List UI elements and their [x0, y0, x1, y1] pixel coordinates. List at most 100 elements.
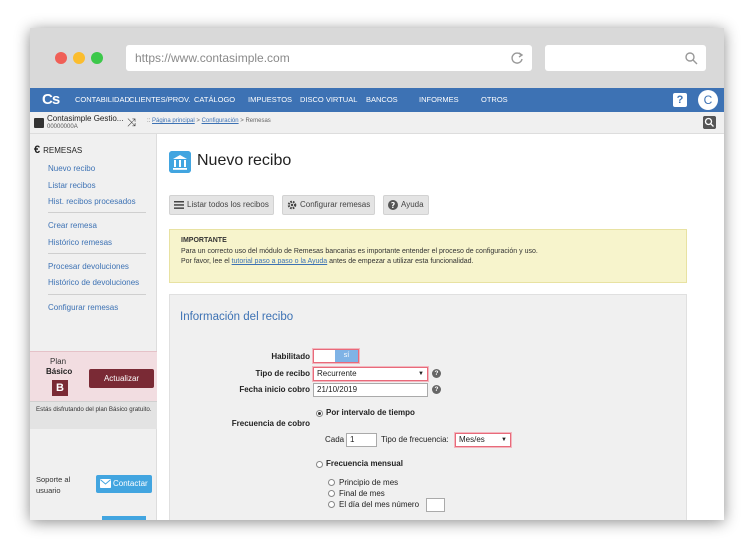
enabled-label: Habilitado [271, 352, 310, 361]
help-icon[interactable]: ? [432, 385, 441, 394]
list-icon [174, 201, 184, 209]
browser-chrome: https://www.contasimple.com [30, 28, 724, 88]
url-bar[interactable]: https://www.contasimple.com [126, 45, 532, 71]
company-code: 00000000A [47, 124, 78, 130]
plan-badge: B [52, 380, 68, 396]
top-navigation: Cs CONTABILIDAD CLIENTES/PROV. CATÁLOGO … [30, 88, 724, 112]
nav-impuestos[interactable]: IMPUESTOS [248, 88, 292, 112]
month-start-label: Principio de mes [339, 478, 399, 487]
company-name[interactable]: Contasimple Gestio... [47, 114, 123, 123]
close-window-button[interactable] [55, 52, 67, 64]
avatar[interactable]: C [698, 90, 718, 110]
sidebar-item-listar-recibos[interactable]: Listar recibos [48, 181, 96, 190]
frequency-label: Frecuencia de cobro [231, 419, 310, 428]
contact-button[interactable]: Contactar [96, 475, 152, 493]
page-title: Nuevo recibo [197, 152, 292, 169]
month-day-label: El día del mes número [339, 500, 420, 509]
search-icon [685, 52, 698, 65]
bank-icon [169, 151, 191, 173]
euro-icon: € [34, 144, 41, 156]
every-label: Cada [325, 435, 345, 444]
chevron-down-icon: ▼ [501, 437, 507, 443]
frequency-type-select[interactable]: Mes/es ▼ [455, 433, 511, 447]
monthly-radio[interactable] [316, 461, 323, 468]
tutorial-link[interactable]: tutorial paso a paso o la Ayuda [232, 258, 328, 265]
plan-name: Básico [46, 367, 73, 376]
month-end-radio[interactable] [328, 490, 335, 497]
important-notice: IMPORTANTE Para un correcto uso del módu… [169, 229, 687, 283]
help-icon[interactable]: ? [673, 93, 687, 107]
chevron-down-icon: ▼ [418, 371, 424, 377]
sidebar-item-procesar-devoluciones[interactable]: Procesar devoluciones [48, 262, 129, 271]
sidebar-item-nuevo-recibo[interactable]: Nuevo recibo [48, 164, 95, 173]
plan-info: Estás disfrutando del plan Básico gratui… [30, 401, 157, 429]
upgrade-button[interactable]: Actualizar [89, 369, 154, 388]
month-end-label: Final de mes [339, 489, 385, 498]
month-day-input[interactable] [426, 498, 445, 512]
nav-clientes[interactable]: CLIENTES/PROV. [129, 88, 190, 112]
minimize-window-button[interactable] [73, 52, 85, 64]
enabled-toggle[interactable]: sí [313, 349, 359, 363]
receipt-type-select[interactable]: Recurrente ▼ [313, 367, 428, 381]
reload-icon[interactable] [510, 51, 524, 65]
start-date-label: Fecha inicio cobro [239, 385, 310, 394]
nav-catalogo[interactable]: CATÁLOGO [194, 88, 235, 112]
month-start-radio[interactable] [328, 479, 335, 486]
configure-remittances-button[interactable]: Configurar remesas [282, 195, 376, 215]
sidebar-item-historico-remesas[interactable]: Histórico remesas [48, 238, 112, 247]
sidebar: € REMESAS Nuevo recibo Listar recibos His… [30, 134, 157, 520]
breadcrumb-home[interactable]: Página principal [152, 118, 195, 124]
receipt-info-panel: Información del recibo Habilitado sí Tip… [169, 294, 687, 520]
list-receipts-button[interactable]: Listar todos los recibos [169, 195, 274, 215]
enabled-toggle-value: sí [335, 350, 358, 362]
sidebar-divider [48, 294, 146, 295]
nav-disco-virtual[interactable]: DISCO VIRTUAL [300, 88, 357, 112]
frequency-type-label: Tipo de frecuencia: [381, 435, 449, 444]
nav-contabilidad[interactable]: CONTABILIDAD [75, 88, 130, 112]
svg-text:?: ? [391, 201, 395, 210]
sidebar-section-header: € REMESAS [34, 144, 83, 156]
monthly-radio-label: Frecuencia mensual [326, 459, 403, 468]
plan-box: Plan Básico B Actualizar [30, 351, 157, 401]
sidebar-item-historico-devoluciones[interactable]: Histórico de devoluciones [48, 278, 139, 287]
every-input[interactable]: 1 [346, 433, 377, 447]
interval-radio-label: Por intervalo de tiempo [326, 408, 415, 417]
plan-label: Plan [50, 357, 67, 366]
interval-radio[interactable] [316, 410, 323, 417]
sidebar-item-crear-remesa[interactable]: Crear remesa [48, 221, 97, 230]
plan-info-text: Estás disfrutando del plan Básico gratui… [36, 406, 152, 413]
maximize-window-button[interactable] [91, 52, 103, 64]
notice-header: IMPORTANTE [181, 237, 227, 244]
nav-otros[interactable]: OTROS [481, 88, 508, 112]
support-label: Soporte al usuario [36, 475, 71, 495]
start-date-input[interactable]: 21/10/2019 [313, 383, 428, 397]
question-icon: ? [388, 200, 398, 210]
search-icon[interactable] [703, 116, 716, 129]
receipt-type-label: Tipo de recibo [255, 369, 310, 378]
switch-company-icon[interactable]: ⤨ [127, 117, 139, 129]
sidebar-item-hist-recibos[interactable]: Hist. recibos procesados [48, 197, 136, 206]
url-text: https://www.contasimple.com [135, 51, 290, 65]
breadcrumb-config[interactable]: Configuración [202, 118, 239, 124]
breadcrumb: :: Página principal > Configuración > Re… [147, 118, 271, 124]
help-icon[interactable]: ? [432, 369, 441, 378]
month-day-radio[interactable] [328, 501, 335, 508]
sidebar-bottom-button[interactable] [102, 516, 146, 520]
sidebar-item-configurar-remesas[interactable]: Configurar remesas [48, 303, 118, 312]
mail-icon [100, 479, 111, 488]
help-button[interactable]: ? Ayuda [383, 195, 429, 215]
notice-line-1: Para un correcto uso del módulo de Remes… [181, 247, 538, 255]
breadcrumb-separator: :: [147, 118, 151, 124]
nav-informes[interactable]: INFORMES [419, 88, 459, 112]
sidebar-divider [48, 212, 146, 213]
notice-line-2: Por favor, lee el tutorial paso a paso o… [181, 258, 474, 265]
sidebar-divider [48, 253, 146, 254]
gear-icon [287, 200, 297, 210]
main-content: Nuevo recibo Listar todos los recibos Co… [158, 134, 724, 520]
app-logo[interactable]: Cs [42, 90, 62, 110]
nav-bancos[interactable]: BANCOS [366, 88, 398, 112]
browser-search-bar[interactable] [545, 45, 706, 71]
company-bar: Contasimple Gestio... 00000000A ⤨ :: Pág… [30, 112, 724, 134]
breadcrumb-current: Remesas [245, 118, 271, 124]
browser-window: https://www.contasimple.com Cs CONTABILI… [30, 28, 724, 520]
